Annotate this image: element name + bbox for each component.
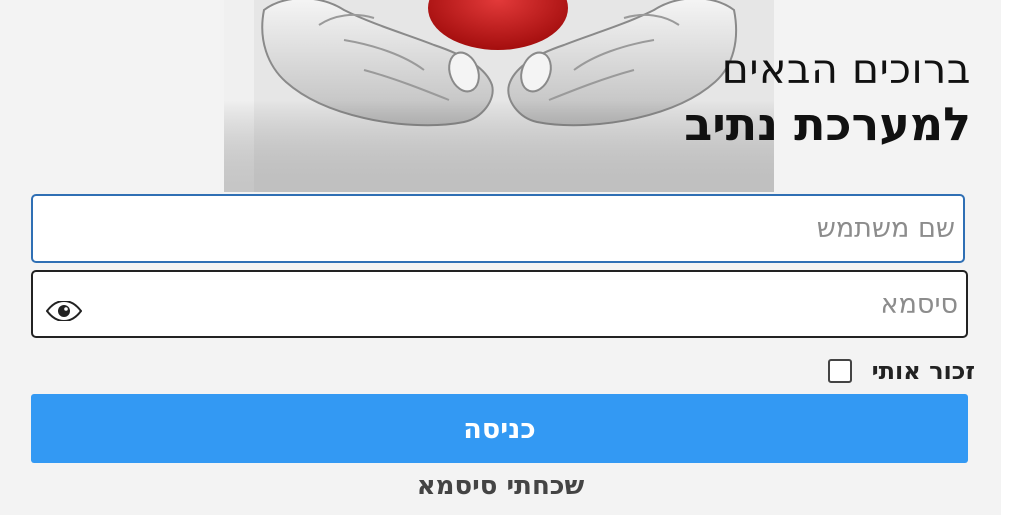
- login-button[interactable]: כניסה: [31, 394, 968, 463]
- username-input[interactable]: [33, 196, 963, 261]
- remember-me: זכור אותי: [827, 357, 975, 385]
- password-input[interactable]: [33, 272, 966, 336]
- password-field: [31, 270, 968, 338]
- remember-me-label: זכור אותי: [871, 357, 975, 385]
- username-field: [31, 194, 965, 263]
- login-page: ברוכים הבאים למערכת נתיב זכור אותי כניסה…: [0, 0, 1019, 515]
- remember-me-checkbox[interactable]: [827, 359, 852, 383]
- welcome-title: ברוכים הבאים: [721, 45, 971, 93]
- page-edge: [1001, 0, 1019, 515]
- welcome-heading: ברוכים הבאים למערכת נתיב: [684, 42, 971, 152]
- forgot-password-link[interactable]: שכחתי סיסמא: [0, 471, 1001, 501]
- system-name-title: למערכת נתיב: [684, 97, 971, 151]
- eye-icon[interactable]: [45, 299, 83, 323]
